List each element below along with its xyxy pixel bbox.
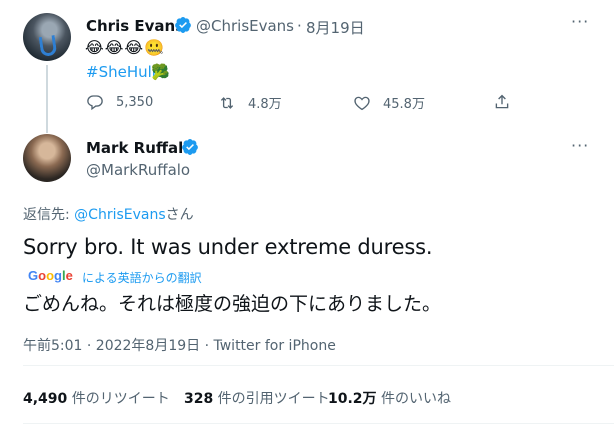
hashtag-link[interactable]: #SheHulk <box>86 63 160 81</box>
like-action[interactable]: 45.8万 <box>353 93 425 112</box>
quotes-count: 328 <box>184 391 214 407</box>
thread-connector-line <box>46 65 48 133</box>
replying-to: 返信先: @ChrisEvansさん <box>23 204 194 224</box>
reply-count: 5,350 <box>116 94 154 110</box>
like-icon <box>354 96 370 110</box>
tweet-author-name[interactable]: Mark Ruffalo <box>86 139 194 157</box>
more-icon[interactable]: ··· <box>571 12 589 31</box>
retweet-count: 4.8万 <box>248 97 282 112</box>
reply-action[interactable]: 5,350 <box>86 93 153 111</box>
quotes-label: 件の引用ツイート <box>213 391 330 407</box>
mark-ruffalo-avatar[interactable] <box>23 134 71 182</box>
retweets-stat[interactable]: 4,490 件のリツイート <box>23 388 170 408</box>
replying-to-handle-link[interactable]: @ChrisEvans <box>74 207 165 223</box>
likes-stat[interactable]: 10.2万 件のいいね <box>328 388 451 408</box>
likes-count: 10.2万 <box>328 391 377 407</box>
separator-dot: · <box>297 17 302 35</box>
tweet-timestamp[interactable]: 午前5:01 · 2022年8月19日 · Twitter for iPhone <box>23 335 336 355</box>
chris-evans-avatar[interactable] <box>23 13 71 61</box>
likes-label: 件のいいね <box>376 391 451 407</box>
quotes-stat[interactable]: 328 件の引用ツイート <box>184 388 330 408</box>
replying-to-suffix: さん <box>165 207 194 223</box>
retweets-label: 件のリツイート <box>67 391 170 407</box>
reply-date[interactable]: 8月19日 <box>306 17 365 38</box>
hashtag-emoji: 🥦 <box>151 63 170 81</box>
translated-text: ごめんね。それは極度の強迫の下にありました。 <box>23 293 442 315</box>
divider <box>23 365 614 366</box>
translation-label[interactable]: による英語からの翻訳 <box>82 269 202 286</box>
retweets-count: 4,490 <box>23 391 68 407</box>
more-icon[interactable]: ··· <box>571 136 589 155</box>
retweet-action[interactable]: 4.8万 <box>218 93 282 112</box>
reply-icon <box>87 95 103 111</box>
share-icon <box>495 94 509 109</box>
tweet-author-handle[interactable]: @MarkRuffalo <box>86 161 190 179</box>
reply-author-handle[interactable]: @ChrisEvans <box>196 17 294 35</box>
like-count: 45.8万 <box>383 97 425 112</box>
replying-to-prefix: 返信先: <box>23 207 75 223</box>
retweet-icon <box>220 96 234 109</box>
divider <box>23 423 614 424</box>
reply-emojis: 😂😂😂🤐 <box>85 38 166 57</box>
reply-author-name[interactable]: Chris Evans <box>86 17 184 35</box>
share-action[interactable] <box>493 93 511 111</box>
google-logo: Google <box>28 268 73 283</box>
tweet-text: Sorry bro. It was under extreme duress. <box>23 235 433 259</box>
verified-badge-icon <box>182 138 198 155</box>
verified-badge-icon <box>175 16 191 33</box>
